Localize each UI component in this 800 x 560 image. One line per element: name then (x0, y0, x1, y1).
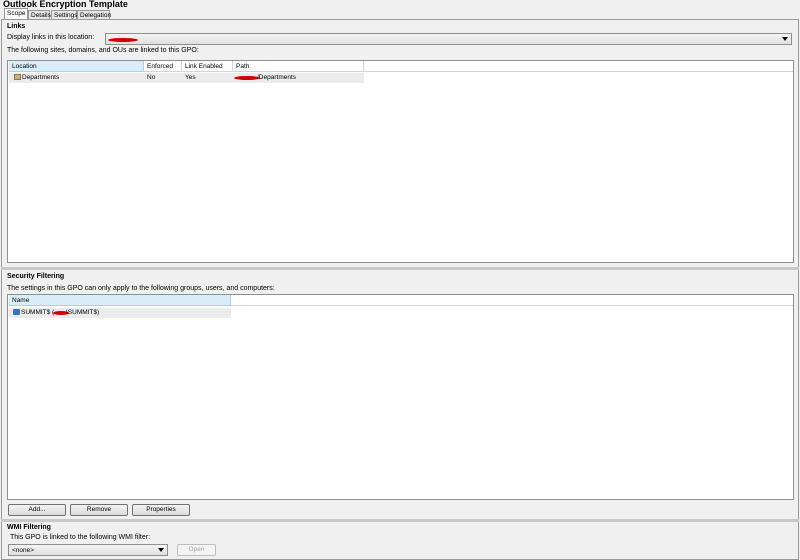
display-links-label: Display links in this location: (7, 34, 95, 41)
wmi-filter-dropdown[interactable]: <none> (8, 544, 168, 556)
remove-button[interactable]: Remove (70, 504, 128, 516)
splitter[interactable] (1, 267, 799, 270)
principal-name-suffix: \SUMMIT$) (66, 309, 100, 316)
path-cell: /Departments (257, 74, 297, 81)
enforced-cell: No (147, 74, 156, 81)
splitter[interactable] (1, 519, 799, 522)
wmi-caption: This GPO is linked to the following WMI … (10, 534, 151, 541)
location-dropdown[interactable] (105, 33, 792, 45)
links-list[interactable]: Location Enforced Link Enabled Path Depa… (7, 60, 794, 263)
security-filtering-heading: Security Filtering (7, 273, 65, 280)
chevron-down-icon (158, 548, 164, 552)
wmi-filtering-heading: WMI Filtering (7, 524, 51, 531)
link-enabled-cell: Yes (185, 74, 196, 81)
column-enforced[interactable]: Enforced (144, 61, 182, 72)
column-link-enabled[interactable]: Link Enabled (182, 61, 233, 72)
properties-button[interactable]: Properties (132, 504, 190, 516)
security-list[interactable]: Name SUMMIT$ ( \SUMMIT$) (7, 294, 794, 500)
links-caption: The following sites, domains, and OUs ar… (7, 47, 199, 54)
redaction-mark (108, 38, 138, 42)
column-path[interactable]: Path (233, 61, 364, 72)
open-button[interactable]: Open (177, 544, 216, 556)
add-button[interactable]: Add... (8, 504, 66, 516)
column-filler (364, 61, 793, 72)
column-filler (231, 295, 793, 306)
location-cell: Departments (22, 74, 60, 81)
links-heading: Links (7, 23, 26, 30)
chevron-down-icon (782, 37, 788, 41)
column-location[interactable]: Location (9, 61, 144, 72)
wmi-filter-value: <none> (12, 547, 35, 554)
tab-scope[interactable]: Scope (4, 8, 28, 19)
column-name[interactable]: Name (9, 295, 231, 306)
security-caption: The settings in this GPO can only apply … (7, 285, 275, 292)
principal-name-prefix: SUMMIT$ ( (21, 309, 55, 316)
